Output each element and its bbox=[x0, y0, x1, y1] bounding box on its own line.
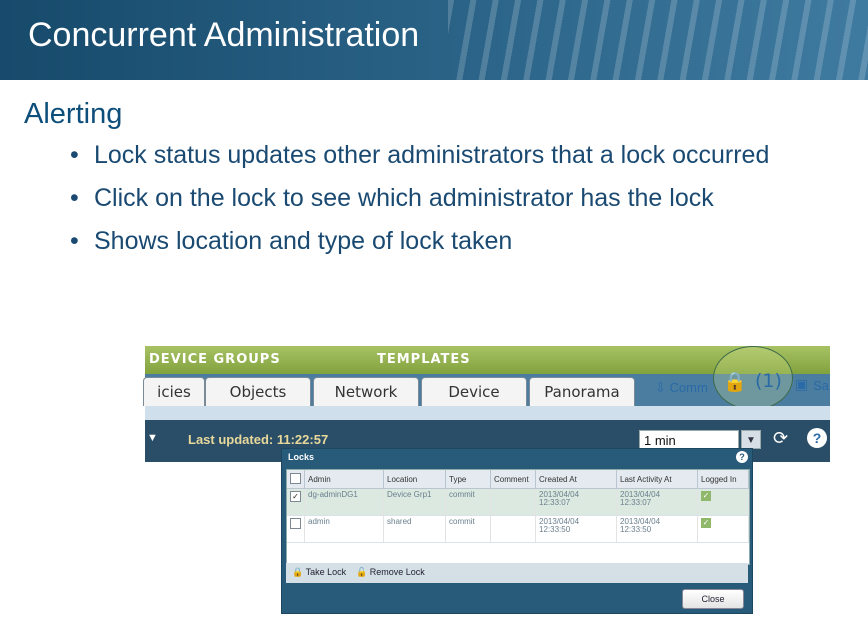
tab-panorama[interactable]: Panorama bbox=[529, 377, 635, 406]
tab-objects[interactable]: Objects bbox=[205, 377, 311, 406]
dialog-help-icon[interactable]: ? bbox=[736, 451, 748, 463]
checkmark-icon: ✓ bbox=[701, 518, 711, 528]
commit-button[interactable]: ⇩ Comm bbox=[655, 380, 708, 396]
help-icon[interactable]: ? bbox=[807, 428, 827, 448]
save-icon[interactable]: ▣ bbox=[795, 376, 808, 393]
cell-logged-in: ✓ bbox=[697, 488, 749, 516]
commit-icon: ⇩ bbox=[655, 380, 666, 395]
cell-type: commit bbox=[445, 515, 491, 543]
table-header-row: Admin Location Type Comment Created At L… bbox=[287, 470, 749, 489]
bullet-item: • Click on the lock to see which administ… bbox=[70, 184, 714, 212]
last-updated: Last updated: 11:22:57 bbox=[188, 432, 329, 447]
select-all-column[interactable] bbox=[287, 470, 305, 489]
table-row[interactable]: ✓ dg-adminDG1 Device Grp1 commit 2013/04… bbox=[287, 488, 749, 516]
cell-comment bbox=[490, 515, 536, 543]
slide-title: Concurrent Administration bbox=[28, 16, 420, 54]
cell-comment bbox=[490, 488, 536, 516]
separator-band bbox=[145, 406, 830, 420]
locks-dialog: Locks ? Admin Location Type Comment Crea… bbox=[281, 448, 753, 614]
column-admin[interactable]: Admin bbox=[304, 470, 384, 489]
column-created-at[interactable]: Created At bbox=[535, 470, 617, 489]
tab-policies[interactable]: icies bbox=[143, 377, 205, 406]
select-all-checkbox[interactable] bbox=[290, 472, 301, 484]
column-type[interactable]: Type bbox=[445, 470, 491, 489]
save-label[interactable]: Sa bbox=[813, 378, 829, 393]
locks-table: Admin Location Type Comment Created At L… bbox=[286, 469, 750, 565]
app-screenshot: DEVICE GROUPS TEMPLATES icies Objects Ne… bbox=[143, 346, 830, 614]
cell-created-at: 2013/04/04 12:33:50 bbox=[535, 515, 617, 543]
slide-banner: Concurrent Administration bbox=[0, 0, 868, 80]
cell-logged-in: ✓ bbox=[697, 515, 749, 543]
cell-location: shared bbox=[383, 515, 446, 543]
section-heading: Alerting bbox=[24, 98, 123, 130]
dialog-title: Locks bbox=[288, 452, 315, 462]
close-button[interactable]: Close bbox=[682, 589, 744, 609]
checkmark-icon: ✓ bbox=[701, 491, 711, 501]
bullet-item: • Shows location and type of lock taken bbox=[70, 227, 513, 255]
column-location[interactable]: Location bbox=[383, 470, 446, 489]
column-logged-in[interactable]: Logged In bbox=[697, 470, 749, 489]
lock-count[interactable]: (1) bbox=[755, 370, 782, 392]
dialog-action-bar: 🔒 Take Lock 🔓 Remove Lock bbox=[286, 563, 748, 583]
lock-icon[interactable]: 🔒 bbox=[723, 370, 747, 394]
cell-admin: admin bbox=[304, 515, 384, 543]
cell-created-at: 2013/04/04 12:33:07 bbox=[535, 488, 617, 516]
column-last-activity[interactable]: Last Activity At bbox=[616, 470, 698, 489]
cell-type: commit bbox=[445, 488, 491, 516]
refresh-interval-select[interactable]: 1 min bbox=[639, 430, 739, 449]
bullet-item: • Lock status updates other administrator… bbox=[70, 141, 770, 169]
take-lock-button[interactable]: 🔒 Take Lock bbox=[292, 567, 346, 578]
refresh-icon[interactable]: ⟳ bbox=[773, 428, 788, 449]
cell-location: Device Grp1 bbox=[383, 488, 446, 516]
nav-device-groups[interactable]: DEVICE GROUPS bbox=[149, 352, 281, 367]
banner-decoration bbox=[448, 0, 868, 80]
tab-network[interactable]: Network bbox=[313, 377, 419, 406]
column-comment[interactable]: Comment bbox=[490, 470, 536, 489]
unlock-icon: 🔓 bbox=[356, 567, 368, 577]
bullet-list: • Lock status updates other administrator… bbox=[70, 134, 850, 263]
tab-device[interactable]: Device bbox=[421, 377, 527, 406]
row-checkbox[interactable] bbox=[290, 518, 301, 529]
table-row[interactable]: admin shared commit 2013/04/04 12:33:50 2… bbox=[287, 515, 749, 543]
cell-last-activity: 2013/04/04 12:33:07 bbox=[616, 488, 698, 516]
row-checkbox[interactable]: ✓ bbox=[290, 491, 301, 502]
caret-down-icon[interactable]: ▼ bbox=[147, 432, 158, 444]
remove-lock-button[interactable]: 🔓 Remove Lock bbox=[356, 567, 425, 578]
cell-last-activity: 2013/04/04 12:33:50 bbox=[616, 515, 698, 543]
nav-templates[interactable]: TEMPLATES bbox=[377, 352, 471, 367]
cell-admin: dg-adminDG1 bbox=[304, 488, 384, 516]
lock-icon: 🔒 bbox=[292, 567, 304, 577]
chevron-down-icon[interactable]: ▼ bbox=[741, 430, 761, 449]
